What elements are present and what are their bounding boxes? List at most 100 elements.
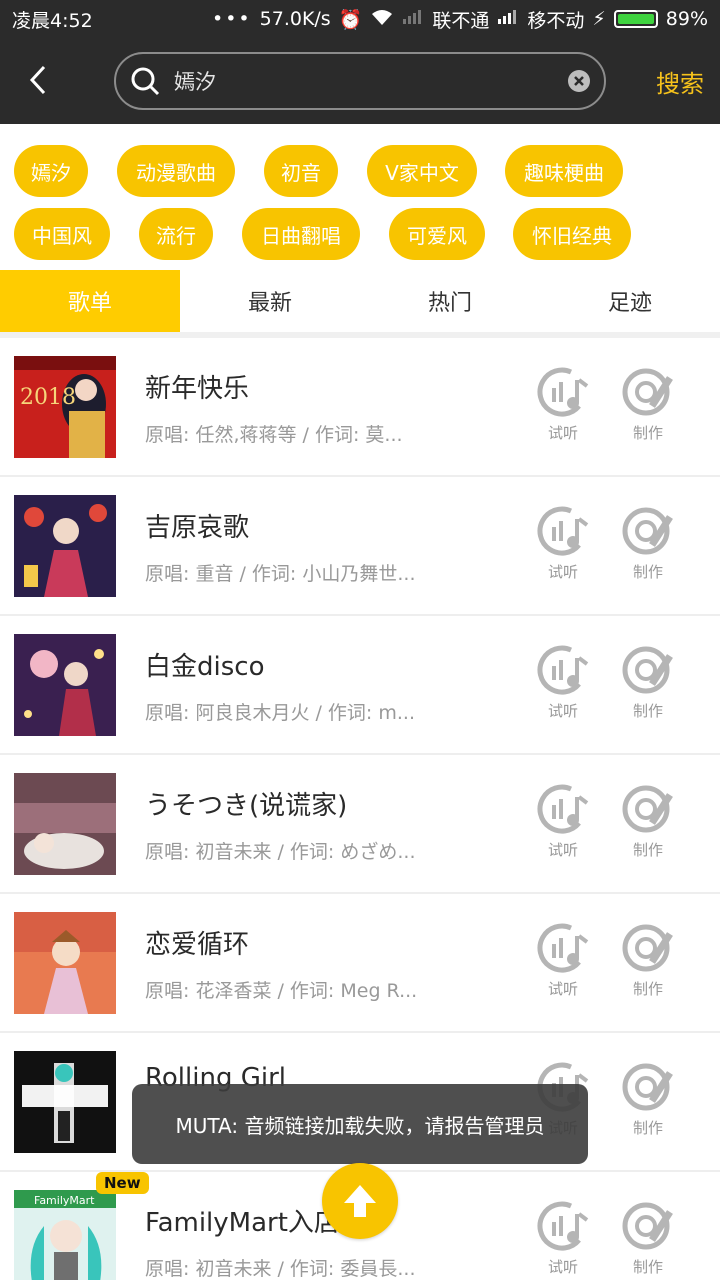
song-row[interactable]: 白金disco 原唱: 阿良良木月火 / 作词: m... 试听 制作 bbox=[0, 616, 720, 755]
make-label: 制作 bbox=[632, 980, 663, 998]
tab-playlist[interactable]: 歌单 bbox=[0, 270, 180, 332]
status-speed: 57.0K/s bbox=[259, 8, 331, 30]
song-meta: 原唱: 初音未来 / 作词: めざめ... bbox=[145, 841, 416, 863]
close-icon bbox=[574, 76, 584, 86]
tab-history[interactable]: 足迹 bbox=[540, 270, 720, 332]
listen-icon bbox=[537, 645, 589, 695]
search-button[interactable]: 搜索 bbox=[656, 64, 704, 99]
song-row[interactable]: 吉原哀歌 原唱: 重音 / 作词: 小山乃舞世... 试听 制作 bbox=[0, 477, 720, 616]
carrier-2: 移不动 bbox=[527, 9, 585, 32]
listen-icon bbox=[537, 367, 589, 417]
tab-bar: 歌单 最新 热门 足迹 bbox=[0, 270, 720, 332]
tab-hot[interactable]: 热门 bbox=[360, 270, 540, 332]
song-cover: FamilyMart bbox=[14, 1190, 116, 1280]
status-right: ••• 57.0K/s ⏰ 联不通 移不动 ⚡ 89% bbox=[212, 6, 708, 33]
clear-search-button[interactable] bbox=[568, 70, 590, 92]
tag-item[interactable]: 中国风 bbox=[14, 208, 110, 260]
listen-button[interactable]: 试听 bbox=[528, 505, 598, 591]
search-header: 嫣汐 搜索 bbox=[0, 38, 720, 124]
make-button[interactable]: 制作 bbox=[613, 1200, 683, 1280]
carrier-1: 联不通 bbox=[432, 9, 490, 32]
make-button[interactable]: 制作 bbox=[613, 922, 683, 1008]
make-label: 制作 bbox=[632, 424, 663, 442]
song-cover: 2018 bbox=[14, 356, 116, 458]
listen-icon bbox=[537, 506, 589, 556]
error-toast: MUTA: 音频链接加载失败，请报告管理员 bbox=[132, 1084, 588, 1164]
make-button[interactable]: 制作 bbox=[613, 366, 683, 452]
song-cover bbox=[14, 1051, 116, 1153]
listen-button[interactable]: 试听 bbox=[528, 1200, 598, 1280]
back-button[interactable] bbox=[18, 60, 58, 100]
listen-button[interactable]: 试听 bbox=[528, 783, 598, 869]
arrow-up-icon bbox=[344, 1185, 376, 1217]
make-icon bbox=[622, 368, 673, 416]
battery-percent: 89% bbox=[665, 8, 708, 30]
song-title: うそつき(说谎家) bbox=[145, 791, 348, 821]
listen-button[interactable]: 试听 bbox=[528, 644, 598, 730]
tag-item[interactable]: 动漫歌曲 bbox=[117, 145, 235, 197]
listen-label: 试听 bbox=[547, 980, 578, 998]
status-time: 凌晨4:52 bbox=[12, 9, 93, 32]
make-label: 制作 bbox=[632, 841, 663, 859]
make-button[interactable]: 制作 bbox=[613, 644, 683, 730]
song-cover bbox=[14, 495, 116, 597]
search-icon bbox=[131, 67, 160, 96]
song-cover bbox=[14, 773, 116, 875]
make-button[interactable]: 制作 bbox=[613, 505, 683, 591]
listen-label: 试听 bbox=[547, 563, 578, 581]
make-label: 制作 bbox=[632, 563, 663, 581]
make-button[interactable]: 制作 bbox=[613, 1061, 683, 1147]
song-title: 新年快乐 bbox=[145, 374, 250, 404]
make-label: 制作 bbox=[632, 1258, 663, 1276]
search-value: 嫣汐 bbox=[174, 70, 216, 94]
song-meta: 原唱: 花泽香菜 / 作词: Meg R... bbox=[145, 980, 418, 1002]
wifi-icon bbox=[370, 8, 394, 31]
tag-item[interactable]: 嫣汐 bbox=[14, 145, 88, 197]
listen-label: 试听 bbox=[547, 1258, 578, 1276]
song-row[interactable]: 2018 新年快乐 原唱: 任然,蒋蒋等 / 作词: 莫... 试听 制作 bbox=[0, 338, 720, 477]
song-title: 吉原哀歌 bbox=[145, 513, 250, 543]
tag-item[interactable]: 日曲翻唱 bbox=[242, 208, 360, 260]
tag-item[interactable]: V家中文 bbox=[367, 145, 477, 197]
song-cover bbox=[14, 912, 116, 1014]
song-title: 恋爱循环 bbox=[145, 930, 250, 960]
make-button[interactable]: 制作 bbox=[613, 783, 683, 869]
song-meta: 原唱: 重音 / 作词: 小山乃舞世... bbox=[145, 563, 416, 585]
listen-label: 试听 bbox=[547, 424, 578, 442]
listen-icon bbox=[537, 784, 589, 834]
more-icon: ••• bbox=[212, 8, 252, 30]
song-row[interactable]: 恋爱循环 原唱: 花泽香菜 / 作词: Meg R... 试听 制作 bbox=[0, 894, 720, 1033]
song-meta: 原唱: 任然,蒋蒋等 / 作词: 莫... bbox=[145, 424, 403, 446]
tag-item[interactable]: 初音 bbox=[264, 145, 338, 197]
tag-item[interactable]: 怀旧经典 bbox=[513, 208, 631, 260]
make-icon bbox=[622, 924, 673, 972]
tag-item[interactable]: 流行 bbox=[139, 208, 213, 260]
listen-label: 试听 bbox=[547, 702, 578, 720]
make-icon bbox=[622, 646, 673, 694]
scroll-top-button[interactable] bbox=[322, 1163, 398, 1239]
song-meta: 原唱: 初音未来 / 作词: 委員長... bbox=[145, 1258, 416, 1280]
battery-icon bbox=[613, 10, 658, 28]
status-bar: 凌晨4:52 ••• 57.0K/s ⏰ 联不通 移不动 ⚡ 89% bbox=[0, 0, 720, 38]
listen-icon bbox=[537, 923, 589, 973]
song-meta: 原唱: 阿良良木月火 / 作词: m... bbox=[145, 702, 415, 724]
alarm-icon: ⏰ bbox=[338, 8, 363, 31]
cover-fm-text: FamilyMart bbox=[34, 1194, 95, 1207]
make-icon bbox=[622, 785, 673, 833]
listen-icon bbox=[537, 1201, 589, 1251]
song-row[interactable]: うそつき(说谎家) 原唱: 初音未来 / 作词: めざめ... 试听 制作 bbox=[0, 755, 720, 894]
tag-item[interactable]: 可爱风 bbox=[389, 208, 485, 260]
listen-button[interactable]: 试听 bbox=[528, 366, 598, 452]
search-input[interactable]: 嫣汐 bbox=[114, 52, 606, 110]
back-arrow-icon bbox=[29, 65, 46, 95]
make-label: 制作 bbox=[632, 1119, 663, 1137]
make-icon bbox=[622, 1063, 673, 1111]
tag-cloud: 嫣汐 动漫歌曲 初音 V家中文 趣味梗曲 中国风 流行 日曲翻唱 可爱风 怀旧经… bbox=[0, 124, 720, 270]
song-cover bbox=[14, 634, 116, 736]
new-badge: New bbox=[96, 1172, 149, 1194]
listen-button[interactable]: 试听 bbox=[528, 922, 598, 1008]
make-icon bbox=[622, 1202, 673, 1250]
tab-latest[interactable]: 最新 bbox=[180, 270, 360, 332]
make-label: 制作 bbox=[632, 702, 663, 720]
tag-item[interactable]: 趣味梗曲 bbox=[505, 145, 623, 197]
